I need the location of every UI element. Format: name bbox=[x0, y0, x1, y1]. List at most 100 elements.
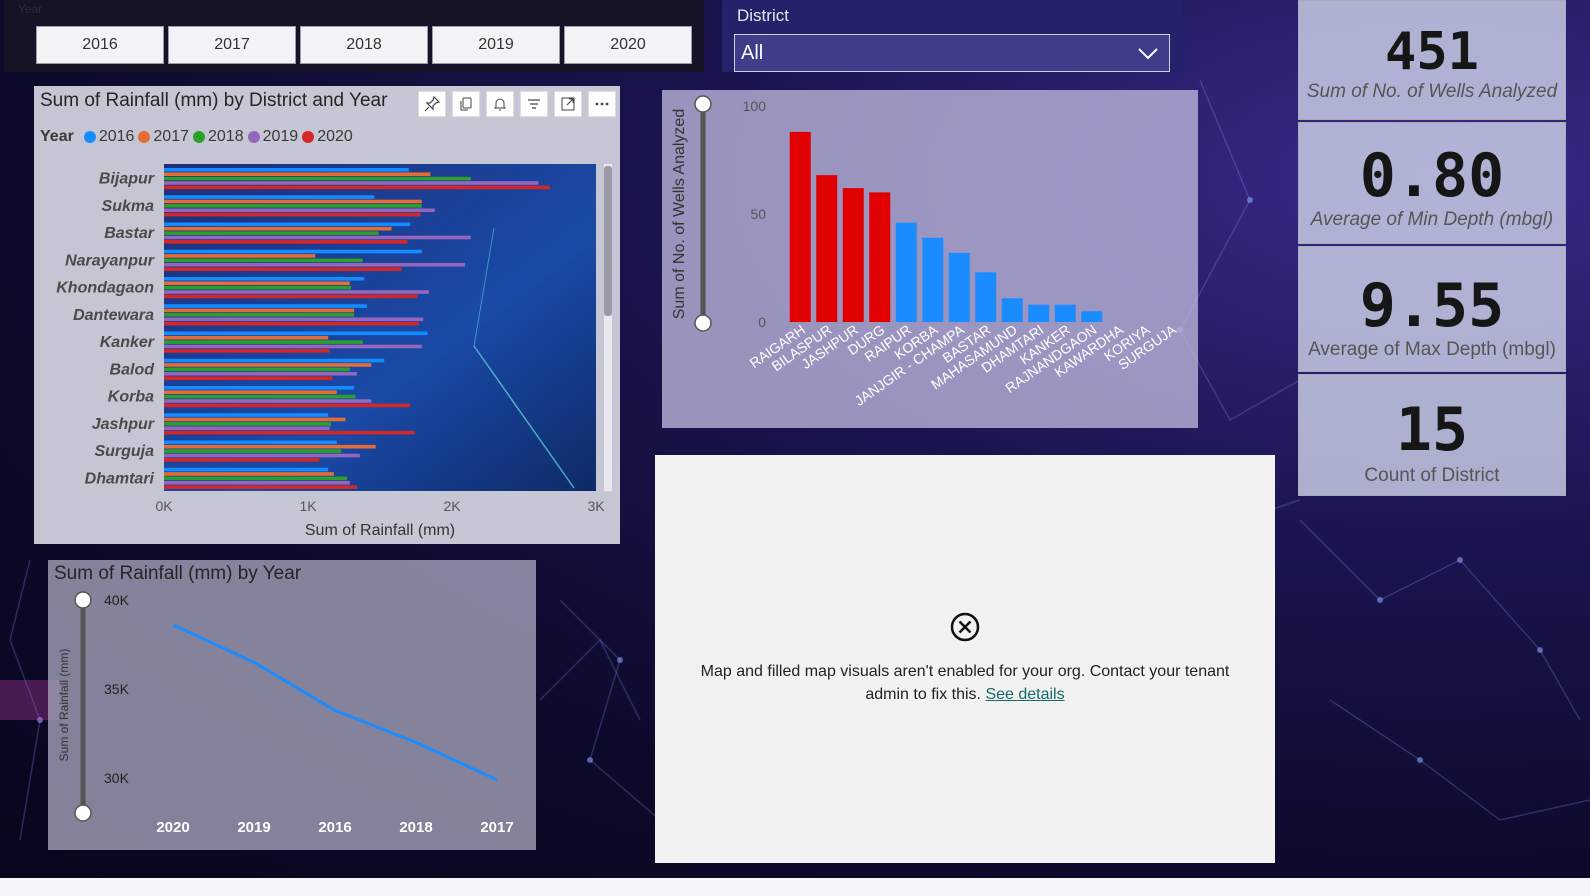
bar-2019 bbox=[164, 371, 357, 376]
category-label: Bijapur bbox=[99, 171, 155, 188]
year-button-2020[interactable]: 2020 bbox=[564, 26, 692, 64]
kpi-district-count-caption: Count of District bbox=[1364, 465, 1500, 486]
bar bbox=[1001, 298, 1023, 322]
slider-handle-top bbox=[694, 95, 712, 113]
x-tick-label: 0K bbox=[155, 498, 173, 514]
bar bbox=[975, 272, 997, 322]
legend-label: 2020 bbox=[317, 128, 353, 145]
bar-2017 bbox=[164, 199, 422, 204]
rainfall-by-year-chart[interactable]: Sum of Rainfall (mm) by Year Sum of Rain… bbox=[48, 560, 536, 850]
scrollbar-thumb bbox=[604, 166, 612, 316]
legend-item-2018[interactable]: 2018 bbox=[193, 128, 244, 146]
kpi-card-district-count: 15 Count of District bbox=[1298, 374, 1566, 496]
year-slicer-title: Year bbox=[18, 2, 43, 16]
chart-title: Sum of Rainfall (mm) by District and Yea… bbox=[40, 90, 388, 111]
pin-icon[interactable] bbox=[418, 91, 446, 117]
legend-item-2017[interactable]: 2017 bbox=[138, 128, 189, 146]
filter-icon[interactable] bbox=[520, 91, 548, 117]
rainfall-by-district-chart[interactable]: Sum of Rainfall (mm) by District and Yea… bbox=[34, 86, 620, 544]
more-options-icon[interactable] bbox=[588, 91, 616, 117]
bell-icon[interactable] bbox=[486, 91, 514, 117]
bar-2018 bbox=[164, 285, 352, 290]
legend-title: Year bbox=[40, 128, 74, 145]
bar bbox=[1054, 304, 1076, 322]
legend-dot-icon bbox=[247, 131, 260, 143]
y-tick-label: 100 bbox=[743, 98, 767, 114]
bar-2020 bbox=[164, 376, 333, 380]
bar-2018 bbox=[164, 231, 379, 235]
y-tick-label: 30K bbox=[104, 770, 130, 786]
bar-2019 bbox=[164, 344, 422, 349]
year-button-2019[interactable]: 2019 bbox=[432, 26, 560, 64]
category-label: Surguja bbox=[94, 443, 154, 460]
kpi-wells-caption: Sum of No. of Wells Analyzed bbox=[1306, 81, 1558, 102]
bar-2018 bbox=[164, 340, 363, 344]
copy-icon[interactable] bbox=[452, 91, 480, 117]
legend-item-2016[interactable]: 2016 bbox=[83, 128, 134, 146]
bar-2020 bbox=[164, 185, 550, 190]
year-button-2018[interactable]: 2018 bbox=[300, 26, 428, 64]
district-slicer: District All bbox=[722, 0, 1182, 72]
category-label: Narayanpur bbox=[65, 252, 155, 269]
category-label: Dhamtari bbox=[85, 470, 155, 487]
see-details-link[interactable]: See details bbox=[985, 686, 1064, 703]
wells-by-district-chart[interactable]: Sum of No. of Wells Analyzed 0 50 100 RAIGAR… bbox=[662, 90, 1198, 428]
slider-handle-bottom bbox=[694, 314, 712, 332]
bar-2017 bbox=[164, 254, 316, 258]
focus-mode-icon[interactable] bbox=[554, 91, 582, 117]
x-tick-label: 2016 bbox=[318, 819, 351, 836]
series-line bbox=[172, 623, 498, 782]
map-visual-error: Map and filled map visuals aren't enable… bbox=[655, 455, 1275, 863]
bar-2017 bbox=[164, 281, 350, 285]
x-tick-label: 2019 bbox=[237, 819, 270, 836]
district-bar-plot: Bijapur Sukma Bastar Narayanpur Khondagaon Da… bbox=[56, 164, 612, 539]
bar bbox=[895, 222, 917, 322]
bar-2016 bbox=[164, 467, 329, 472]
chevron-down-icon bbox=[1138, 48, 1158, 60]
bottom-strip bbox=[0, 878, 1590, 896]
legend-item-2020[interactable]: 2020 bbox=[302, 128, 353, 146]
kpi-max-depth-caption: Average of Max Depth (mbgl) bbox=[1308, 339, 1556, 360]
bar bbox=[1081, 311, 1103, 322]
bar-2020 bbox=[164, 403, 411, 408]
bar-2017 bbox=[164, 335, 329, 340]
bar bbox=[948, 252, 970, 322]
x-tick-label: 2018 bbox=[399, 819, 432, 836]
kpi-max-depth-value: 9.55 bbox=[1359, 271, 1505, 341]
bar-2017 bbox=[164, 444, 376, 449]
bar-2019 bbox=[164, 208, 435, 213]
bar bbox=[816, 175, 838, 322]
bar-2017 bbox=[164, 390, 337, 394]
district-dropdown-value: All bbox=[741, 41, 764, 64]
year-button-2017[interactable]: 2017 bbox=[168, 26, 296, 64]
bar bbox=[842, 188, 864, 322]
category-label: Dantewara bbox=[73, 307, 154, 324]
y-tick-label: 0 bbox=[758, 314, 766, 330]
bar-2018 bbox=[164, 422, 332, 426]
map-error-message: Map and filled map visuals aren't enable… bbox=[655, 660, 1275, 706]
district-dropdown[interactable]: All bbox=[734, 34, 1170, 72]
bar-2019 bbox=[164, 262, 465, 267]
bar-2017 bbox=[164, 472, 334, 476]
bar-2019 bbox=[164, 426, 330, 431]
category-label: Bastar bbox=[104, 225, 155, 242]
legend-item-2019[interactable]: 2019 bbox=[247, 128, 298, 146]
close-circle-icon bbox=[950, 612, 980, 642]
y-axis-title: Sum of Rainfall (mm) bbox=[57, 649, 71, 762]
bar-2019 bbox=[164, 290, 429, 294]
bar-2019 bbox=[164, 480, 350, 485]
bar-2018 bbox=[164, 258, 363, 263]
category-label: Kanker bbox=[100, 334, 155, 351]
bar bbox=[789, 131, 811, 322]
kpi-min-depth-caption: Average of Min Depth (mbgl) bbox=[1310, 209, 1554, 230]
kpi-district-count-value: 15 bbox=[1395, 395, 1469, 465]
slider-handle-top bbox=[74, 591, 92, 609]
x-axis-title: Sum of Rainfall (mm) bbox=[305, 522, 455, 539]
slider-handle-bottom bbox=[74, 804, 92, 822]
bar-2016 bbox=[164, 222, 411, 227]
year-button-2016[interactable]: 2016 bbox=[36, 26, 164, 64]
map-error-line-2: admin to fix this. bbox=[865, 686, 981, 703]
bar-2016 bbox=[164, 358, 385, 363]
bar-2016 bbox=[164, 413, 329, 417]
bar-2016 bbox=[164, 249, 422, 254]
